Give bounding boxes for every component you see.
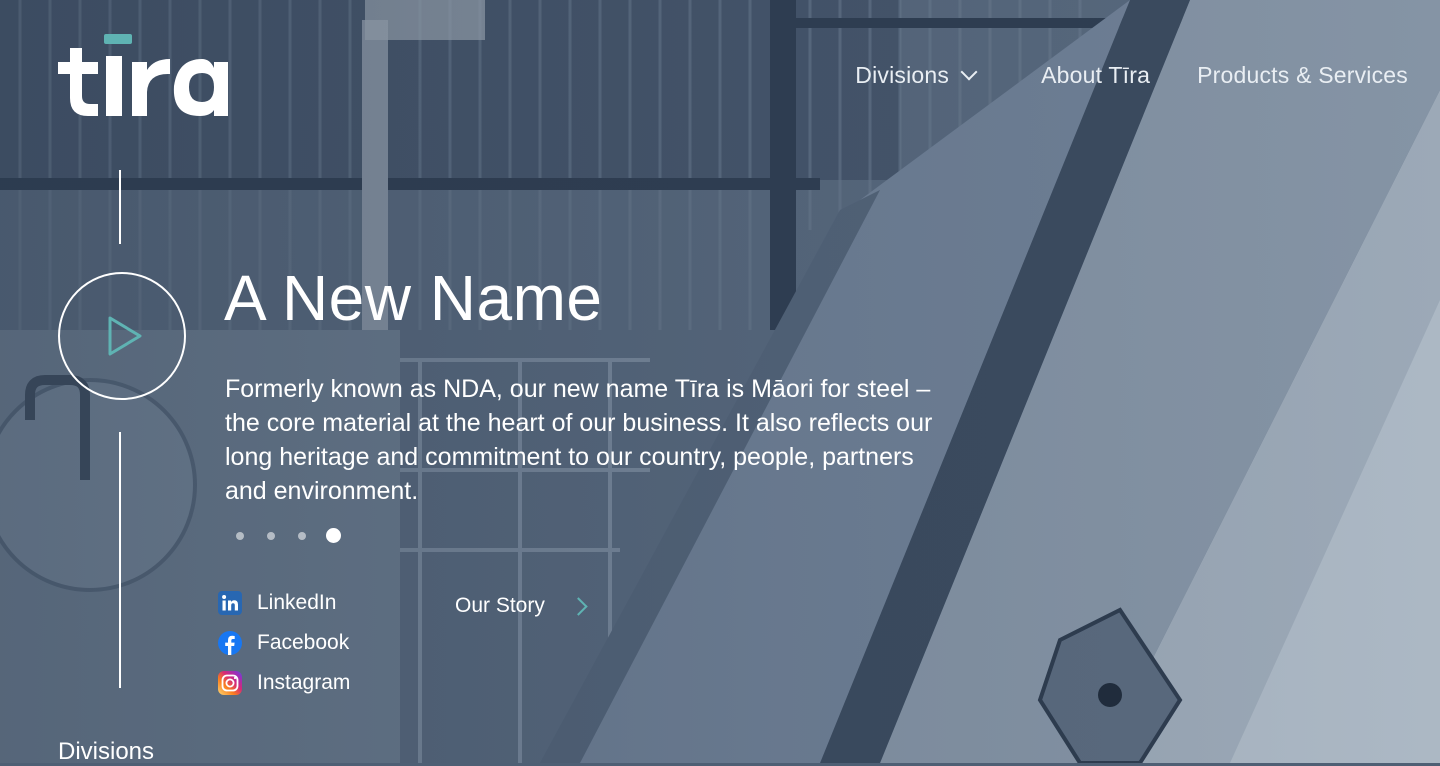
- chevron-right-icon: [569, 596, 588, 616]
- play-video-button[interactable]: [58, 272, 186, 400]
- nav-item-about[interactable]: About Tīra: [1041, 62, 1150, 89]
- play-icon: [108, 316, 142, 356]
- nav-item-products-services[interactable]: Products & Services: [1197, 62, 1408, 89]
- rail-line-bottom: [119, 432, 121, 688]
- social-link-linkedin[interactable]: LinkedIn: [218, 591, 336, 615]
- social-link-label: Instagram: [257, 671, 351, 694]
- nav-item-label: Divisions: [855, 61, 950, 88]
- social-link-label: LinkedIn: [257, 591, 337, 614]
- slider-dot[interactable]: [267, 532, 275, 540]
- our-story-link[interactable]: Our Story: [455, 594, 588, 618]
- divisions-section-label: Divisions: [58, 738, 155, 765]
- tira-logo[interactable]: [56, 26, 231, 118]
- nav-item-label: About Tīra: [1041, 61, 1151, 88]
- chevron-down-icon: [960, 63, 978, 81]
- rail-line-top: [119, 170, 121, 244]
- social-link-facebook[interactable]: Facebook: [218, 631, 349, 655]
- slider-dot-active[interactable]: [326, 528, 341, 543]
- instagram-icon: [218, 671, 242, 695]
- slider-dot[interactable]: [236, 532, 244, 540]
- linkedin-icon: [218, 591, 242, 615]
- facebook-icon: [218, 631, 242, 655]
- nav-item-divisions[interactable]: Divisions: [855, 61, 978, 89]
- social-link-instagram[interactable]: Instagram: [218, 671, 350, 695]
- hero-description: Formerly known as NDA, our new name Tīra…: [225, 375, 933, 505]
- nav-item-label: Products & Services: [1197, 61, 1408, 88]
- hero-title: A New Name: [224, 262, 603, 334]
- slider-dot[interactable]: [298, 532, 306, 540]
- main-nav: Divisions About Tīra Products & Services: [855, 58, 1408, 92]
- social-link-label: Facebook: [257, 631, 350, 654]
- our-story-label: Our Story: [455, 594, 545, 617]
